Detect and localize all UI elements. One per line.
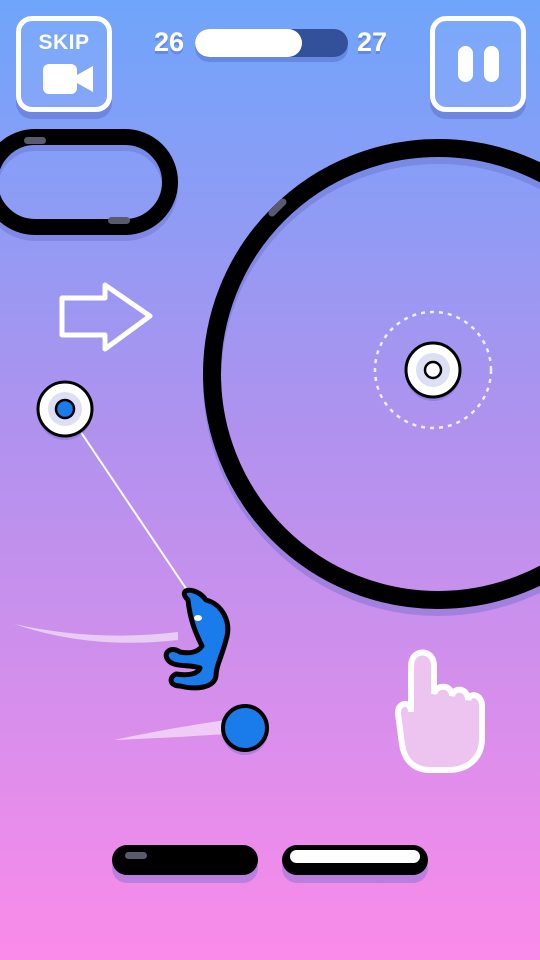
level-progress-bar — [195, 29, 348, 57]
platform-left — [112, 845, 258, 883]
level-progress-fill — [195, 29, 303, 57]
platform-right — [282, 845, 428, 883]
anchor-point-active[interactable] — [36, 380, 94, 440]
game-scene[interactable] — [0, 0, 540, 960]
anchor-point-inner[interactable] — [404, 341, 462, 401]
skip-level-button[interactable]: SKIP — [16, 16, 112, 112]
blue-ball — [221, 704, 269, 755]
next-level-number: 27 — [357, 27, 388, 57]
pause-button[interactable] — [430, 16, 526, 112]
video-camera-icon — [43, 64, 93, 94]
current-level-number: 26 — [154, 27, 185, 57]
skip-label: SKIP — [38, 31, 90, 54]
